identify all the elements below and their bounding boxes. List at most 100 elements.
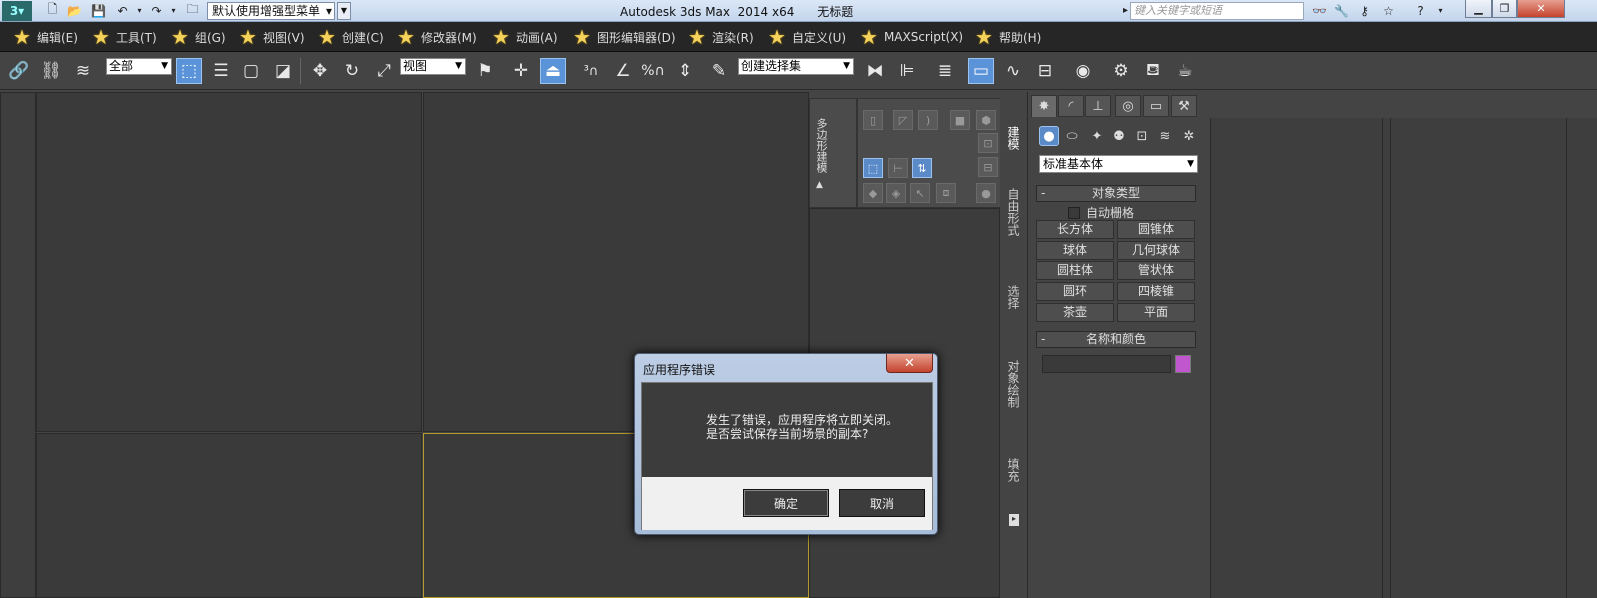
minimize-button[interactable]: ▁: [1465, 0, 1492, 18]
geometry-icon[interactable]: ●: [1039, 126, 1059, 146]
tab-modeling[interactable]: 建模: [1005, 126, 1022, 150]
select-by-icon[interactable]: ↖: [910, 183, 930, 203]
primitive-category-dropdown[interactable]: 标准基本体 ▼: [1039, 155, 1198, 173]
window-crossing-icon[interactable]: ◪: [270, 58, 296, 84]
project-folder-icon[interactable]: 🗀: [184, 2, 201, 19]
element-mode-icon[interactable]: ◈: [886, 183, 906, 203]
menu-group[interactable]: ★ 组(G): [171, 22, 226, 52]
viewport-top[interactable]: [36, 92, 422, 432]
search-input[interactable]: 键入关键字或短语: [1130, 2, 1304, 20]
menu-rendering[interactable]: ★ 渲染(R): [688, 22, 754, 52]
render-setup-icon[interactable]: ⚙: [1108, 58, 1134, 84]
dialog-close-button[interactable]: ✕: [886, 354, 933, 373]
schematic-view-icon[interactable]: ⊟: [1032, 58, 1058, 84]
mirror-icon[interactable]: ⧓: [862, 58, 888, 84]
object-type-rollout-header[interactable]: - 对象类型: [1036, 185, 1196, 202]
spinner-snap-icon[interactable]: ⇕: [672, 58, 698, 84]
cylinder-button[interactable]: 圆柱体: [1036, 261, 1114, 280]
edit-poly-icon[interactable]: ◸: [893, 110, 913, 130]
undo-dropdown-icon[interactable]: ▾: [131, 2, 148, 19]
percent-snap-icon[interactable]: %∩: [640, 58, 666, 84]
maximize-button[interactable]: ❐: [1492, 0, 1517, 18]
workspace-dropdown[interactable]: 默认使用增强型菜单 ▾: [207, 2, 335, 20]
vertex-mode-icon[interactable]: ⬚: [863, 158, 883, 178]
redo-icon[interactable]: ↷: [148, 2, 165, 19]
layer-manager-icon[interactable]: ≣: [932, 58, 958, 84]
polygon-mode-icon[interactable]: ◆: [863, 183, 883, 203]
quick-access-menu-button[interactable]: ▼: [337, 2, 351, 20]
tab-freeform[interactable]: 自由形式: [1005, 188, 1022, 236]
box-button[interactable]: 长方体: [1036, 220, 1114, 239]
rectangular-selection-icon[interactable]: ▢: [238, 58, 264, 84]
select-scale-icon[interactable]: ⤢: [371, 58, 397, 84]
menu-maxscript[interactable]: ★ MAXScript(X): [860, 22, 963, 52]
menu-tools[interactable]: ★ 工具(T): [92, 22, 157, 52]
ok-button[interactable]: 确定: [743, 489, 829, 517]
pyramid-button[interactable]: 四棱锥: [1117, 282, 1195, 301]
torus-button[interactable]: 圆环: [1036, 282, 1114, 301]
graphite-ribbon-icon[interactable]: ▭: [968, 58, 994, 84]
utilities-tab-icon[interactable]: ⚒: [1171, 95, 1197, 117]
menu-create[interactable]: ★ 创建(C): [318, 22, 384, 52]
menu-edit[interactable]: ★ 编辑(E): [13, 22, 78, 52]
cube-icon[interactable]: ⬢: [976, 110, 996, 130]
edit-named-selection-icon[interactable]: ✎: [706, 58, 732, 84]
app-logo-icon[interactable]: 3▾: [2, 1, 32, 21]
tab-populate[interactable]: 填充: [1005, 458, 1022, 482]
object-color-swatch[interactable]: [1175, 355, 1191, 373]
cameras-icon[interactable]: ⚉: [1109, 126, 1129, 146]
material-editor-icon[interactable]: ◉: [1070, 58, 1096, 84]
menu-views[interactable]: ★ 视图(V): [239, 22, 305, 52]
helpers-icon[interactable]: ⊡: [1132, 126, 1152, 146]
rendered-frame-window-icon[interactable]: ⛾: [1140, 58, 1166, 84]
edge-mode-icon[interactable]: ⊢: [888, 158, 908, 178]
named-selection-set-dropdown[interactable]: 创建选择集 ▼: [738, 58, 854, 75]
snaps-toggle-icon[interactable]: ³∩: [578, 58, 604, 84]
cancel-button[interactable]: 取消: [839, 489, 925, 517]
unlink-icon[interactable]: ⛓: [38, 58, 64, 84]
open-file-icon[interactable]: 📂: [66, 2, 83, 19]
binoculars-icon[interactable]: 👓: [1311, 2, 1328, 19]
bind-space-warp-icon[interactable]: ≋: [70, 58, 96, 84]
lights-icon[interactable]: ✦: [1087, 126, 1107, 146]
collapse-stack-icon[interactable]: ⊡: [978, 133, 998, 153]
align-icon[interactable]: ⊫: [894, 58, 920, 84]
display-tab-icon[interactable]: ▭: [1143, 95, 1169, 117]
save-icon[interactable]: 💾: [90, 2, 107, 19]
select-move-icon[interactable]: ✥: [307, 58, 333, 84]
hierarchy-tab-icon[interactable]: ⊥: [1085, 95, 1111, 117]
curve-icon[interactable]: ): [918, 110, 938, 130]
stack-icon[interactable]: ■: [950, 110, 970, 130]
menu-customize[interactable]: ★ 自定义(U): [768, 22, 846, 52]
autogrid-checkbox[interactable]: 自动栅格: [1068, 204, 1134, 221]
key-icon[interactable]: ⚷: [1356, 2, 1373, 19]
reference-coordinate-dropdown[interactable]: 视图 ▼: [400, 58, 466, 75]
render-production-icon[interactable]: ☕: [1172, 58, 1198, 84]
new-file-icon[interactable]: 🗋: [44, 2, 61, 19]
modify-tab-icon[interactable]: ◜: [1058, 95, 1084, 117]
keyboard-shortcut-override-icon[interactable]: ⏏: [540, 58, 566, 84]
curve-editor-icon[interactable]: ∿: [1000, 58, 1026, 84]
preview-selection-icon[interactable]: ⧈: [936, 183, 956, 203]
pivot-center-icon[interactable]: ⚑: [472, 58, 498, 84]
redo-dropdown-icon[interactable]: ▾: [165, 2, 182, 19]
selection-filter-dropdown[interactable]: 全部 ▼: [106, 58, 172, 75]
menu-animation[interactable]: ★ 动画(A): [492, 22, 558, 52]
tab-object-paint[interactable]: 对象绘制: [1005, 360, 1022, 408]
menu-graph-editors[interactable]: ★ 图形编辑器(D): [573, 22, 676, 52]
ignore-backfacing-icon[interactable]: ●: [976, 183, 996, 203]
close-button[interactable]: ✕: [1517, 0, 1565, 18]
editable-poly-icon[interactable]: ▯: [863, 110, 883, 130]
ribbon-options-icon[interactable]: ▸: [1009, 514, 1019, 526]
favorites-star-icon[interactable]: ☆: [1380, 2, 1397, 19]
select-rotate-icon[interactable]: ↻: [339, 58, 365, 84]
undo-icon[interactable]: ↶: [114, 2, 131, 19]
geosphere-button[interactable]: 几何球体: [1117, 241, 1195, 260]
select-object-icon[interactable]: ⬚: [176, 58, 202, 84]
menu-modifiers[interactable]: ★ 修改器(M): [397, 22, 477, 52]
link-icon[interactable]: 🔗: [6, 58, 32, 84]
border-mode-icon[interactable]: ⇅: [912, 158, 932, 178]
space-warps-icon[interactable]: ≋: [1155, 126, 1175, 146]
cone-button[interactable]: 圆锥体: [1117, 220, 1195, 239]
plane-button[interactable]: 平面: [1117, 303, 1195, 322]
